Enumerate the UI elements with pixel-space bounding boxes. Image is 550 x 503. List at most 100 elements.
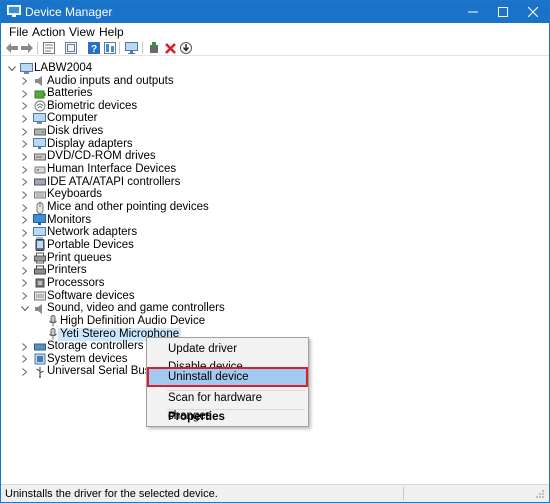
menu-action[interactable]: Action [30, 25, 67, 39]
computer-icon [33, 112, 46, 125]
menu-scan-hardware[interactable]: Scan for hardware changes [148, 389, 307, 422]
root-label: LABW2004 [34, 62, 93, 74]
tree-item-label: Batteries [47, 87, 93, 100]
window-title: Device Manager [25, 5, 113, 19]
chevron-right-icon[interactable] [20, 163, 30, 176]
properties-button[interactable] [42, 41, 56, 55]
chevron-down-icon[interactable] [7, 62, 17, 75]
tree-item-label: Disk drives [47, 125, 104, 138]
resize-grip-icon[interactable] [535, 489, 545, 499]
chevron-right-icon[interactable] [20, 75, 30, 88]
chevron-right-icon[interactable] [20, 188, 30, 201]
tree-item-label: Human Interface Devices [47, 163, 177, 176]
menu-bar: File Action View Help [1, 23, 549, 41]
menu-update-driver[interactable]: Update driver [148, 340, 307, 358]
menu-file[interactable]: File [7, 25, 30, 39]
portable-device-icon [33, 239, 46, 252]
chevron-right-icon[interactable] [20, 226, 30, 239]
menu-properties[interactable]: Properties [148, 408, 307, 426]
minimize-button[interactable] [458, 1, 488, 23]
monitor-icon [33, 214, 46, 227]
status-text: Uninstalls the driver for the selected d… [5, 488, 218, 500]
tree-item-label: Display adapters [47, 137, 133, 150]
menu-uninstall-device[interactable]: Uninstall device [147, 367, 308, 387]
print-queue-icon [33, 252, 46, 265]
tree-item-label: Audio inputs and outputs [47, 74, 174, 87]
help-icon: ? [88, 42, 100, 54]
speaker-icon [33, 75, 46, 88]
chevron-right-icon[interactable] [20, 353, 30, 366]
tree-item-label: Software devices [47, 289, 135, 302]
chevron-right-icon[interactable] [20, 176, 30, 189]
device-manager-window: Device Manager File Action View Help ? L… [0, 0, 550, 503]
chevron-right-icon[interactable] [20, 252, 30, 265]
usb-icon [33, 365, 46, 378]
add-driver-button[interactable] [147, 41, 161, 55]
battery-icon [33, 87, 46, 100]
tree-item-label: Computer [47, 112, 98, 125]
tree-item-label: Processors [47, 276, 105, 289]
tree-item-label: Mice and other pointing devices [47, 201, 209, 213]
svg-text:?: ? [91, 44, 97, 54]
chevron-right-icon[interactable] [20, 264, 30, 277]
chevron-right-icon[interactable] [20, 340, 30, 353]
chevron-right-icon[interactable] [20, 239, 30, 252]
display-adapter-icon [33, 138, 46, 151]
tree-item-label: High Definition Audio Device [60, 314, 206, 327]
minimize-icon [468, 11, 478, 13]
printer-icon [33, 264, 46, 277]
ide-controller-icon [33, 176, 46, 189]
chevron-right-icon[interactable] [20, 290, 30, 303]
processor-icon [33, 277, 46, 290]
chevron-right-icon[interactable] [20, 125, 30, 138]
uninstall-x-icon [164, 42, 176, 54]
close-button[interactable] [518, 1, 548, 23]
uninstall-button[interactable] [163, 41, 177, 55]
toolbar-separator [142, 42, 143, 54]
forward-button[interactable] [20, 41, 34, 55]
toolbar: ? [1, 41, 549, 56]
storage-controller-icon [33, 340, 46, 353]
forward-arrow-icon [21, 43, 33, 53]
update-driver-button[interactable] [179, 41, 193, 55]
tree-item-label: Storage controllers [47, 340, 144, 353]
menu-view[interactable]: View [67, 25, 97, 39]
back-arrow-icon [6, 43, 18, 53]
tree-item-label: Sound, video and game controllers [47, 302, 225, 315]
chevron-right-icon[interactable] [20, 138, 30, 151]
show-hidden-button[interactable] [64, 41, 78, 55]
dvd-drive-icon [33, 150, 46, 163]
chevron-right-icon[interactable] [20, 365, 30, 378]
help-button[interactable]: ? [87, 41, 101, 55]
maximize-button[interactable] [488, 1, 518, 23]
network-adapter-icon [33, 226, 46, 239]
status-bar: Uninstalls the driver for the selected d… [1, 484, 549, 502]
properties-icon [43, 42, 55, 54]
chevron-right-icon[interactable] [20, 277, 30, 290]
tree-item-label: Keyboards [47, 188, 102, 201]
fingerprint-icon [33, 100, 46, 113]
hid-icon [33, 163, 46, 176]
monitor-button[interactable] [124, 41, 138, 55]
disk-drive-icon [33, 125, 46, 138]
system-device-icon [33, 353, 46, 366]
chevron-right-icon[interactable] [20, 214, 30, 227]
tree-item-label: Printers [47, 264, 87, 277]
microphone-icon [46, 315, 59, 328]
tree-item-label: Biometric devices [47, 99, 138, 112]
chevron-right-icon[interactable] [20, 201, 30, 214]
chevron-right-icon[interactable] [20, 112, 30, 125]
menu-help[interactable]: Help [97, 25, 126, 39]
resources-button[interactable] [103, 41, 117, 55]
chevron-right-icon[interactable] [20, 150, 30, 163]
chevron-right-icon[interactable] [20, 100, 30, 113]
chevron-down-icon[interactable] [20, 302, 30, 315]
keyboard-icon [33, 188, 46, 201]
mouse-icon [33, 201, 46, 214]
resources-icon [104, 42, 116, 54]
toolbar-separator [37, 42, 38, 54]
monitor-icon [124, 42, 138, 54]
chevron-right-icon[interactable] [20, 87, 30, 100]
update-driver-icon [180, 42, 192, 54]
back-button[interactable] [5, 41, 19, 55]
